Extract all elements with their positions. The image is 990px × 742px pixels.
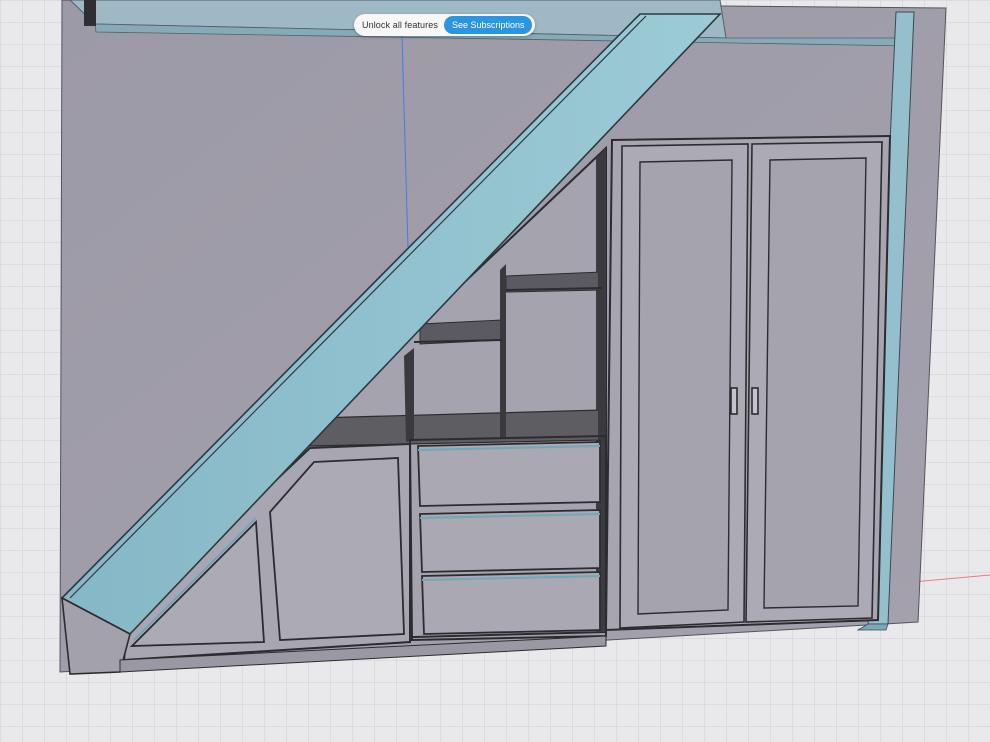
drawer-middle[interactable] bbox=[419, 509, 601, 573]
drawer-top[interactable] bbox=[417, 441, 601, 507]
drawer-bottom[interactable] bbox=[421, 571, 601, 635]
modeling-canvas[interactable] bbox=[0, 0, 990, 742]
wardrobe-handle-right[interactable] bbox=[751, 387, 759, 415]
shelf-divider-3 bbox=[598, 150, 606, 440]
wardrobe-door-right-panel bbox=[763, 157, 867, 609]
3d-viewport[interactable]: Unlock all features See Subscriptions bbox=[0, 0, 990, 742]
subscription-banner: Unlock all features See Subscriptions bbox=[354, 14, 536, 36]
see-subscriptions-button[interactable]: See Subscriptions bbox=[443, 16, 533, 34]
wardrobe-handle-left[interactable] bbox=[730, 387, 738, 415]
beam-post bbox=[84, 0, 96, 26]
banner-message: Unlock all features bbox=[362, 20, 438, 30]
shelf-divider-2 bbox=[500, 264, 506, 438]
wardrobe-door-left-panel bbox=[637, 159, 733, 615]
